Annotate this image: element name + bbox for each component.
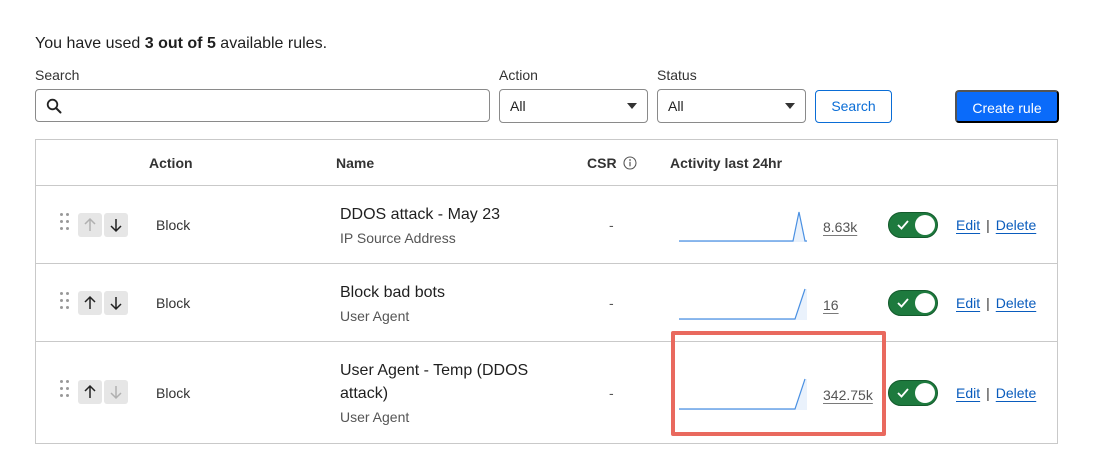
rule-action: Block <box>156 295 191 311</box>
rule-field: IP Source Address <box>340 230 456 246</box>
separator: | <box>986 217 990 233</box>
rule-enabled-toggle[interactable] <box>888 380 938 406</box>
rule-name-cell: Block bad bots User Agent <box>340 281 560 326</box>
activity-sparkline <box>679 288 807 320</box>
rule-action: Block <box>156 217 191 233</box>
move-up-button[interactable] <box>78 291 102 315</box>
toggle-knob <box>915 383 935 403</box>
rule-name: DDOS attack - May 23 <box>340 206 501 223</box>
search-field[interactable] <box>35 89 490 122</box>
action-filter-label: Action <box>499 67 538 83</box>
drag-handle-icon[interactable] <box>60 292 70 312</box>
reorder-controls <box>78 291 128 315</box>
rule-name: Block bad bots <box>340 284 445 301</box>
table-header: Action Name CSR Activity last 24hr <box>36 140 1057 186</box>
action-filter-select[interactable]: All <box>499 89 648 123</box>
separator: | <box>986 385 990 401</box>
rule-name: User Agent - Temp (DDOS attack) <box>340 362 529 402</box>
separator: | <box>986 295 990 311</box>
activity-count-link[interactable]: 8.63k <box>823 219 857 235</box>
reorder-controls <box>78 213 128 237</box>
delete-link[interactable]: Delete <box>996 217 1036 233</box>
status-filter-label: Status <box>657 67 697 83</box>
delete-link[interactable]: Delete <box>996 295 1036 311</box>
table-row: Block Block bad bots User Agent - 16 Edi… <box>36 264 1057 342</box>
move-down-button[interactable] <box>104 380 128 404</box>
rule-field: User Agent <box>340 409 410 425</box>
rule-name-cell: DDOS attack - May 23 IP Source Address <box>340 203 560 248</box>
status-filter-select[interactable]: All <box>657 89 806 123</box>
edit-link[interactable]: Edit <box>956 217 980 233</box>
row-actions: Edit | Delete <box>956 295 1036 311</box>
info-icon[interactable] <box>623 156 638 170</box>
status-filter-value: All <box>668 98 684 114</box>
move-up-button[interactable] <box>78 213 102 237</box>
rule-name-cell: User Agent - Temp (DDOS attack) User Age… <box>340 359 550 427</box>
toggle-knob <box>915 293 935 313</box>
check-icon <box>897 388 909 398</box>
action-filter-value: All <box>510 98 526 114</box>
usage-suffix: available rules. <box>215 35 328 52</box>
move-up-button[interactable] <box>78 380 102 404</box>
usage-prefix: You have used <box>35 35 145 52</box>
edit-link[interactable]: Edit <box>956 295 980 311</box>
drag-handle-icon[interactable] <box>60 380 70 400</box>
header-activity: Activity last 24hr <box>670 155 783 171</box>
header-csr-label: CSR <box>587 155 617 171</box>
arrow-down-icon <box>110 297 122 311</box>
table-row: Block DDOS attack - May 23 IP Source Add… <box>36 186 1057 264</box>
edit-link[interactable]: Edit <box>956 385 980 401</box>
check-icon <box>897 298 909 308</box>
header-name: Name <box>336 155 375 171</box>
row-actions: Edit | Delete <box>956 385 1036 401</box>
arrow-up-icon <box>84 217 96 231</box>
arrow-up-icon <box>84 384 96 398</box>
search-icon <box>46 98 62 114</box>
reorder-controls <box>78 380 128 404</box>
usage-count: 3 out of 5 <box>144 35 216 52</box>
rule-csr: - <box>609 385 614 401</box>
search-button[interactable]: Search <box>815 90 892 123</box>
search-label: Search <box>35 67 80 83</box>
rule-action: Block <box>156 385 191 401</box>
arrow-up-icon <box>84 295 96 309</box>
arrow-down-icon <box>110 386 122 400</box>
header-action: Action <box>149 155 193 171</box>
rule-enabled-toggle[interactable] <box>888 290 938 316</box>
search-input[interactable] <box>70 90 480 121</box>
caret-down-icon <box>785 103 795 109</box>
rule-enabled-toggle[interactable] <box>888 212 938 238</box>
create-rule-button[interactable]: Create rule <box>955 90 1059 123</box>
arrow-down-icon <box>110 219 122 233</box>
rule-csr: - <box>609 217 614 233</box>
drag-handle-icon[interactable] <box>60 213 70 233</box>
header-csr: CSR <box>587 155 638 171</box>
move-down-button[interactable] <box>104 213 128 237</box>
check-icon <box>897 220 909 230</box>
activity-sparkline <box>679 211 807 242</box>
table-row: Block User Agent - Temp (DDOS attack) Us… <box>36 342 1057 443</box>
rules-table: Action Name CSR Activity last 24hr Block… <box>35 139 1058 444</box>
toggle-knob <box>915 215 935 235</box>
usage-summary: You have used 3 out of 5 available rules… <box>35 35 327 53</box>
move-down-button[interactable] <box>104 291 128 315</box>
row-actions: Edit | Delete <box>956 217 1036 233</box>
rule-field: User Agent <box>340 308 410 324</box>
highlight-annotation <box>671 331 886 436</box>
rule-csr: - <box>609 295 614 311</box>
activity-count-link[interactable]: 16 <box>823 297 839 313</box>
delete-link[interactable]: Delete <box>996 385 1036 401</box>
caret-down-icon <box>627 103 637 109</box>
